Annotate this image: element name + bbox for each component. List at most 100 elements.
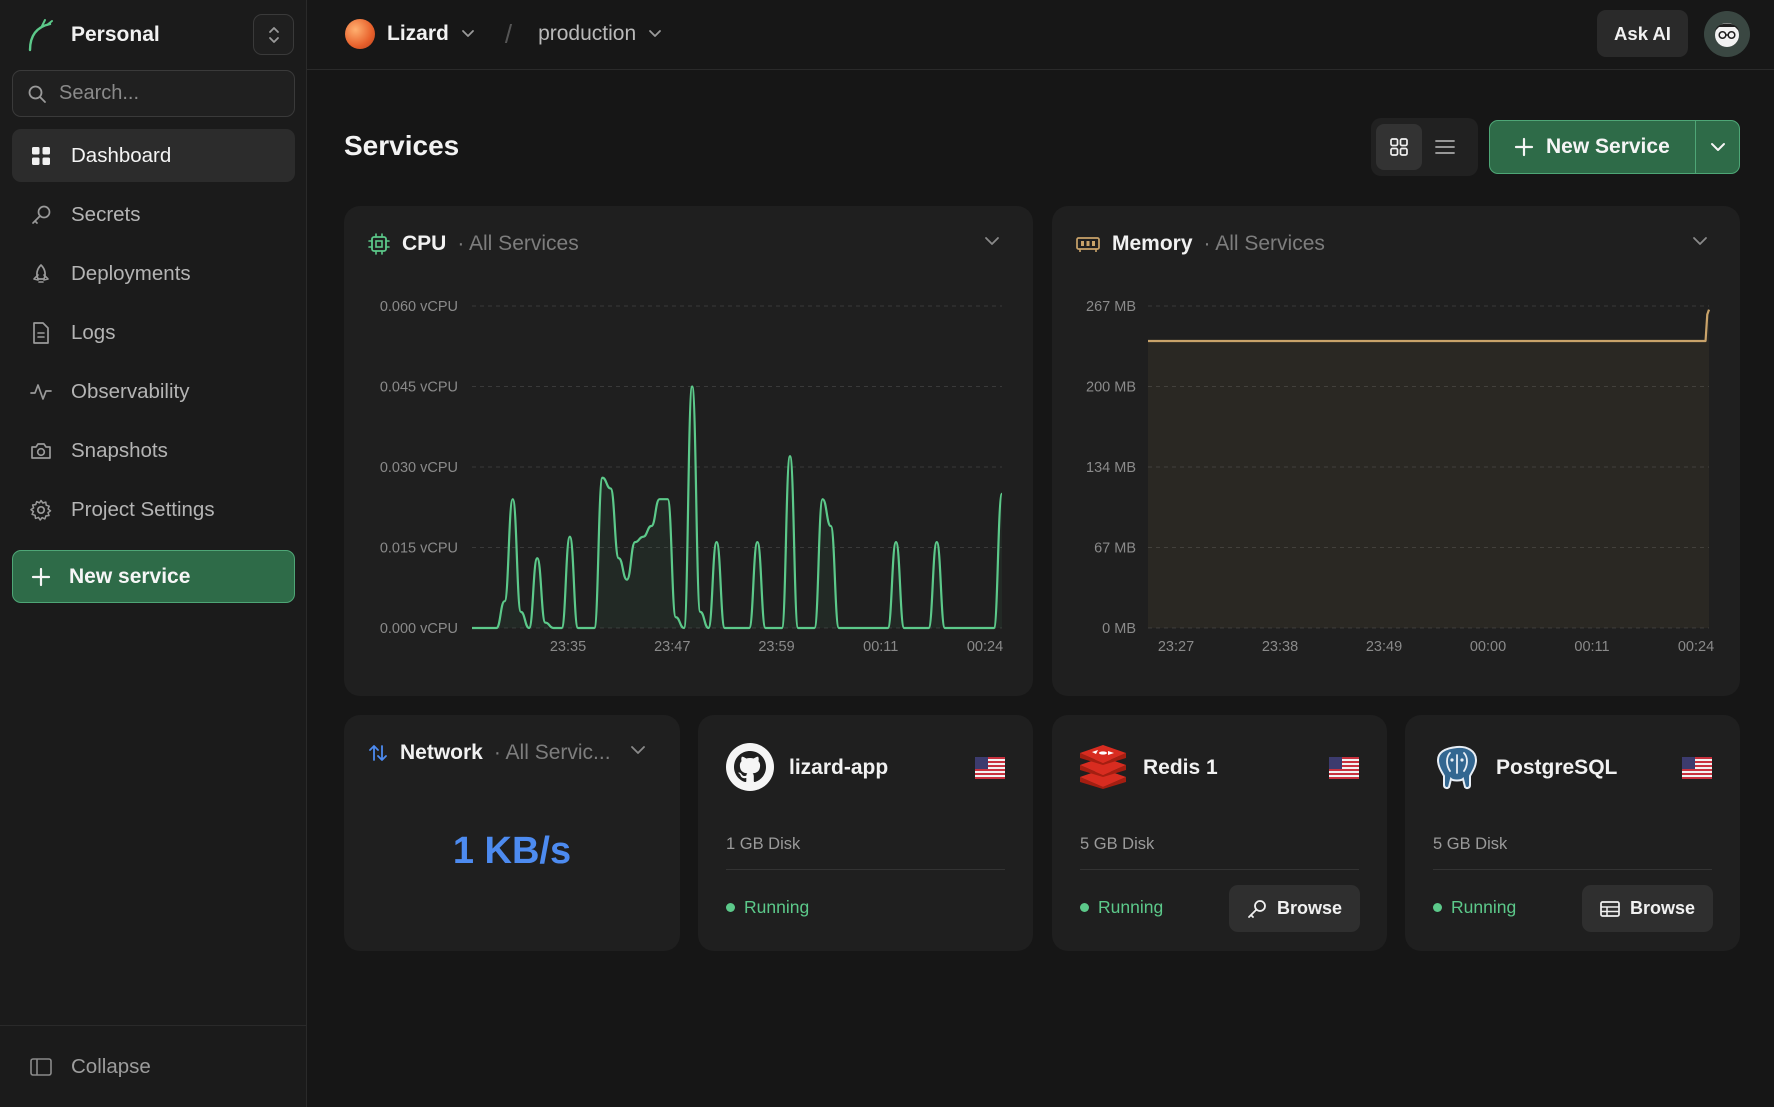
- file-icon: [29, 321, 53, 345]
- x-tick-label: 00:24: [967, 639, 1003, 655]
- browse-label: Browse: [1630, 898, 1696, 918]
- environment-selector[interactable]: production: [538, 22, 636, 46]
- sidebar-item-label: Snapshots: [71, 438, 168, 462]
- x-tick-label: 23:47: [654, 639, 690, 655]
- sidebar-item-label: Project Settings: [71, 497, 215, 521]
- sidebar-item-label: Logs: [71, 320, 116, 344]
- sidebar-item-project-settings[interactable]: Project Settings: [12, 483, 295, 536]
- project-selector[interactable]: Lizard: [387, 22, 449, 46]
- status-badge: Running: [1080, 897, 1163, 918]
- camera-icon: [29, 439, 53, 463]
- ask-ai-button[interactable]: Ask AI: [1597, 10, 1688, 57]
- sidebar-item-secrets[interactable]: Secrets: [12, 188, 295, 241]
- new-service-button-group: New Service: [1489, 120, 1740, 174]
- service-name: lizard-app: [789, 756, 889, 779]
- network-throughput-value: 1 KB/s: [452, 830, 572, 872]
- list-view-button[interactable]: [1422, 124, 1468, 170]
- sidebar-new-service-button[interactable]: New service: [12, 550, 295, 603]
- workspace-header: Personal: [26, 14, 296, 55]
- chevron-down-icon[interactable]: [648, 29, 662, 39]
- sidebar: Personal Dashboard Secrets: [0, 0, 307, 1107]
- service-disk: 5 GB Disk: [1433, 835, 1508, 853]
- us-flag-icon: [975, 757, 1005, 779]
- service-name: PostgreSQL: [1496, 756, 1618, 779]
- status-text: Running: [1451, 897, 1517, 917]
- grid-icon: [29, 144, 53, 168]
- card-subtitle: · All Servic...: [493, 741, 611, 764]
- chevron-down-icon[interactable]: [461, 29, 475, 39]
- y-tick-label: 0.000 vCPU: [380, 621, 458, 637]
- y-tick-label: 0.060 vCPU: [380, 299, 458, 315]
- github-icon: [726, 743, 774, 791]
- service-card-lizard-app[interactable]: lizard-app 1 GB Disk Running: [698, 715, 1033, 951]
- x-tick-label: 23:35: [550, 639, 586, 655]
- browse-button[interactable]: Browse: [1582, 885, 1714, 932]
- status-dot: [726, 903, 735, 912]
- us-flag-icon: [1682, 757, 1712, 779]
- search-input[interactable]: [59, 82, 279, 105]
- new-service-button[interactable]: New Service: [1490, 121, 1695, 173]
- grid-view-icon: [1390, 138, 1408, 156]
- search-icon: [28, 85, 46, 103]
- x-tick-label: 00:11: [863, 639, 898, 655]
- series-line: [1148, 309, 1711, 343]
- workspace-switcher-button[interactable]: [253, 14, 294, 55]
- card-title: Network: [400, 741, 483, 764]
- y-tick-label: 67 MB: [1094, 541, 1136, 557]
- search-box: [12, 70, 295, 117]
- table-icon: [1600, 900, 1620, 917]
- service-disk: 1 GB Disk: [726, 835, 801, 853]
- y-tick-label: 134 MB: [1086, 460, 1136, 476]
- sidebar-nav: Dashboard Secrets Deployments Logs Obser…: [12, 129, 295, 542]
- new-service-dropdown-button[interactable]: [1695, 121, 1739, 173]
- x-tick-label: 23:59: [758, 639, 794, 655]
- browse-button[interactable]: Browse: [1229, 885, 1361, 932]
- sidebar-item-label: Secrets: [71, 202, 141, 226]
- rocket-icon: [29, 262, 53, 286]
- key-icon: [1248, 899, 1266, 918]
- status-dot: [1080, 903, 1089, 912]
- key-icon: [29, 203, 53, 227]
- y-tick-label: 0.030 vCPU: [380, 460, 458, 476]
- status-badge: Running: [1433, 897, 1516, 918]
- y-tick-label: 0 MB: [1102, 621, 1136, 637]
- plus-icon: [31, 567, 51, 586]
- sidebar-item-deployments[interactable]: Deployments: [12, 247, 295, 300]
- cpu-card: CPU · All Services 0.000 vCPU 0.015 vCPU 0…: [344, 206, 1033, 696]
- us-flag-icon: [1329, 757, 1359, 779]
- plus-icon: [1514, 137, 1534, 157]
- chevron-down-icon[interactable]: [630, 745, 646, 755]
- arrows-up-down-icon: [369, 745, 387, 761]
- list-view-icon: [1435, 140, 1455, 154]
- chevron-down-icon: [1710, 143, 1725, 151]
- sidebar-item-snapshots[interactable]: Snapshots: [12, 424, 295, 477]
- x-tick-label: 00:00: [1470, 639, 1506, 655]
- new-service-label: New service: [69, 564, 191, 588]
- sidebar-item-logs[interactable]: Logs: [12, 306, 295, 359]
- chevron-up-down-icon: [268, 26, 279, 43]
- activity-icon: [29, 380, 53, 404]
- x-tick-label: 23:27: [1158, 639, 1194, 655]
- breadcrumb: Lizard / production: [345, 18, 662, 50]
- cpu-chart: 0.000 vCPU 0.015 vCPU 0.030 vCPU 0.045 vCPU…: [380, 299, 1003, 655]
- view-toggle: [1371, 118, 1478, 176]
- status-dot: [1433, 903, 1442, 912]
- grid-view-button[interactable]: [1376, 124, 1422, 170]
- service-card-redis-1[interactable]: Redis 1 5 GB Disk Running Browse: [1052, 715, 1387, 951]
- sidebar-toggle-icon: [30, 1057, 52, 1076]
- collapse-sidebar-button[interactable]: Collapse: [0, 1025, 307, 1107]
- avatar[interactable]: [1704, 11, 1750, 57]
- y-tick-label: 200 MB: [1086, 380, 1136, 396]
- sidebar-item-dashboard[interactable]: Dashboard: [12, 129, 295, 182]
- sidebar-item-observability[interactable]: Observability: [12, 365, 295, 418]
- postgresql-icon: [1436, 745, 1478, 790]
- y-tick-label: 0.015 vCPU: [380, 541, 458, 557]
- service-name: Redis 1: [1143, 756, 1218, 779]
- new-service-label: New Service: [1546, 135, 1670, 158]
- breadcrumb-separator: /: [504, 18, 513, 49]
- gear-icon: [29, 498, 53, 522]
- workspace-name: Personal: [71, 23, 160, 46]
- service-card-postgresql[interactable]: PostgreSQL 5 GB Disk Running Browse: [1405, 715, 1740, 951]
- sidebar-item-label: Observability: [71, 379, 190, 403]
- sidebar-item-label: Deployments: [71, 261, 191, 285]
